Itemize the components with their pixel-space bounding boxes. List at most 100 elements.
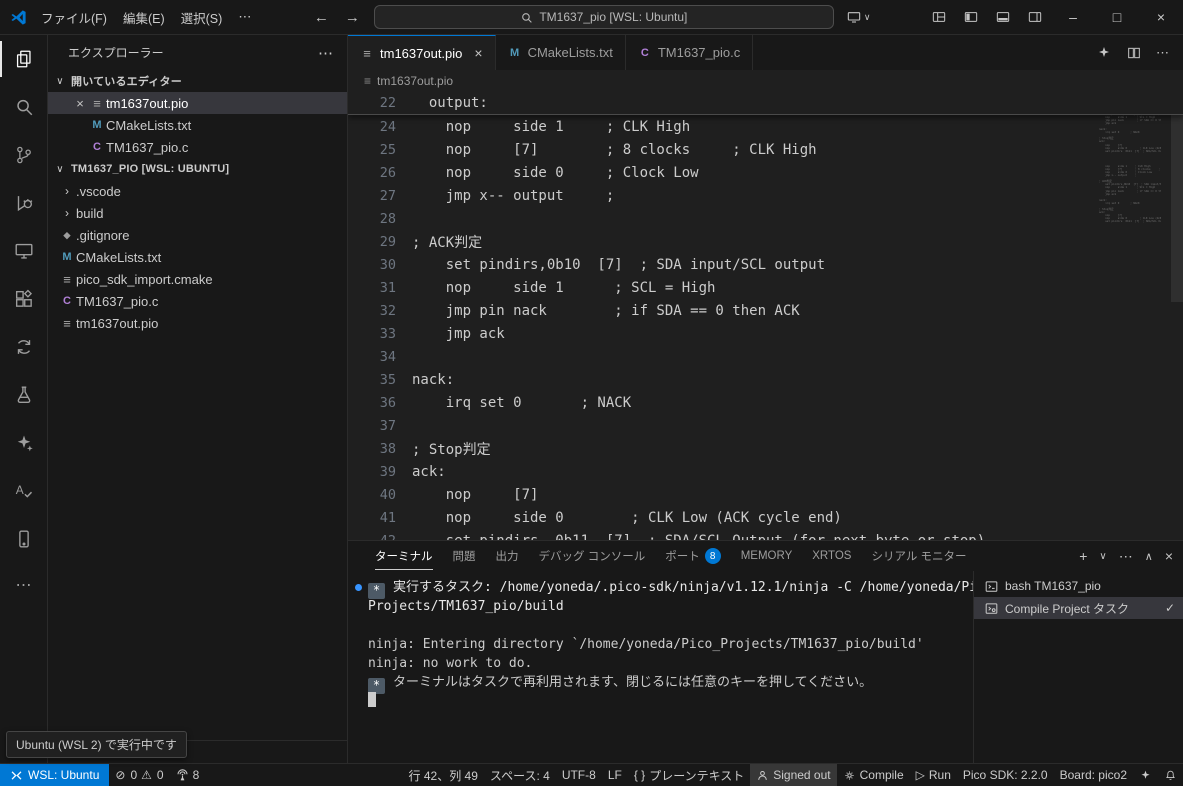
board-selector[interactable]: Board: pico2 bbox=[1054, 764, 1133, 786]
problems-indicator[interactable]: ⊘ 0 ⚠ 0 bbox=[109, 764, 169, 786]
terminal-instance-task[interactable]: Compile Project タスク ✓ bbox=[974, 597, 1183, 619]
window-close-button[interactable]: × bbox=[1139, 0, 1183, 35]
code-line[interactable]: 32 jmp pin nack ; if SDA == 0 then ACK bbox=[348, 299, 1183, 322]
workspace-section-header[interactable]: ∨ TM1637_PIO [WSL: UBUNTU] bbox=[48, 158, 347, 180]
window-minimize-button[interactable]: – bbox=[1051, 0, 1095, 35]
activity-sync-button[interactable] bbox=[0, 323, 48, 371]
maximize-panel-icon[interactable]: ∧ bbox=[1145, 550, 1153, 563]
sticky-scroll-line[interactable]: 22 output: bbox=[348, 92, 1183, 115]
code-line[interactable]: 40 nop [7] bbox=[348, 483, 1183, 506]
panel-tab[interactable]: MEMORY bbox=[731, 541, 803, 571]
new-terminal-button[interactable]: + bbox=[1079, 548, 1087, 564]
tree-item[interactable]: ◆ .gitignore bbox=[48, 224, 347, 246]
panel-more-actions-button[interactable]: ⋯ bbox=[1119, 548, 1133, 565]
split-editor-icon[interactable] bbox=[1126, 45, 1142, 61]
close-file-icon[interactable]: × bbox=[72, 96, 88, 111]
signed-out-item[interactable]: Signed out bbox=[750, 764, 836, 786]
tree-item[interactable]: › .vscode bbox=[48, 180, 347, 202]
code-line[interactable]: 29 ; ACK判定 bbox=[348, 230, 1183, 253]
activity-search-button[interactable] bbox=[0, 83, 48, 131]
notifications-bell[interactable] bbox=[1158, 764, 1183, 786]
code-line[interactable]: 42 set pindirs 0b11 [7] ; SDA/SCL Output… bbox=[348, 529, 1183, 540]
terminal-profile-dropdown-icon[interactable]: ∨ bbox=[1099, 551, 1106, 562]
code-editor[interactable]: 22 output: 24 nop side 1 ; CLK High 25 bbox=[348, 92, 1183, 540]
cursor-position[interactable]: 行 42、列 49 bbox=[403, 764, 484, 786]
tab-cmakelists[interactable]: M CMakeLists.txt bbox=[496, 35, 626, 70]
command-decoration-dot[interactable] bbox=[355, 584, 362, 591]
close-tab-icon[interactable]: × bbox=[474, 45, 482, 61]
panel-tab[interactable]: XRTOS bbox=[802, 541, 861, 571]
window-maximize-button[interactable]: □ bbox=[1095, 0, 1139, 35]
activity-source-control-button[interactable] bbox=[0, 131, 48, 179]
toggle-panel-button[interactable] bbox=[987, 0, 1019, 35]
activity-device-button[interactable] bbox=[0, 515, 48, 563]
launch-profile-button[interactable]: ∨ bbox=[846, 9, 871, 25]
open-editor-item[interactable]: M CMakeLists.txt bbox=[48, 114, 347, 136]
tree-item[interactable]: M CMakeLists.txt bbox=[48, 246, 347, 268]
toggle-primary-sidebar-button[interactable] bbox=[955, 0, 987, 35]
panel-tab[interactable]: 問題 bbox=[443, 541, 486, 571]
tab-tm1637-pio-c[interactable]: C TM1637_pio.c bbox=[626, 35, 753, 70]
code-line[interactable]: 28 bbox=[348, 207, 1183, 230]
tree-item[interactable]: ≡ tm1637out.pio bbox=[48, 312, 347, 334]
panel-tab[interactable]: ターミナル bbox=[365, 541, 443, 571]
activity-run-debug-button[interactable] bbox=[0, 179, 48, 227]
activity-remote-explorer-button[interactable] bbox=[0, 227, 48, 275]
open-editors-section-header[interactable]: ∨ 開いているエディター bbox=[48, 70, 347, 92]
panel-tab[interactable]: デバッグ コンソール bbox=[529, 541, 656, 571]
menu-item[interactable]: 選択(S) bbox=[173, 4, 231, 31]
copilot-status[interactable] bbox=[1133, 764, 1158, 786]
activity-additional-views-button[interactable]: ⋯ bbox=[0, 563, 48, 607]
explorer-actions-button[interactable]: ⋯ bbox=[318, 44, 333, 62]
encoding[interactable]: UTF-8 bbox=[556, 764, 602, 786]
ports-indicator[interactable]: 8 bbox=[170, 764, 206, 786]
code-line[interactable]: 27 jmp x-- output ; bbox=[348, 184, 1183, 207]
copilot-sparkle-icon[interactable] bbox=[1096, 45, 1112, 61]
code-line[interactable]: 31 nop side 1 ; SCL = High bbox=[348, 276, 1183, 299]
activity-extensions-button[interactable] bbox=[0, 275, 48, 323]
command-center-search[interactable]: TM1637_pio [WSL: Ubuntu] bbox=[374, 5, 834, 29]
terminal-output[interactable]: *実行するタスク: /home/yoneda/.pico-sdk/ninja/v… bbox=[348, 571, 973, 763]
open-editor-item[interactable]: C TM1637_pio.c bbox=[48, 136, 347, 158]
tree-item[interactable]: ≡ pico_sdk_import.cmake bbox=[48, 268, 347, 290]
eol-sequence[interactable]: LF bbox=[602, 764, 628, 786]
navigate-forward-button[interactable]: → bbox=[343, 9, 362, 26]
activity-spell-check-button[interactable]: A bbox=[0, 467, 48, 515]
pico-sdk-selector[interactable]: Pico SDK: 2.2.0 bbox=[957, 764, 1054, 786]
panel-tab[interactable]: シリアル モニター bbox=[861, 541, 976, 571]
activity-testing-button[interactable] bbox=[0, 371, 48, 419]
toggle-secondary-sidebar-button[interactable] bbox=[1019, 0, 1051, 35]
editor-more-actions-button[interactable]: ⋯ bbox=[1156, 45, 1169, 61]
code-line[interactable]: 38 ; Stop判定 bbox=[348, 437, 1183, 460]
tab-tm1637out-pio[interactable]: ≡ tm1637out.pio × bbox=[348, 35, 496, 70]
code-line[interactable]: 36 irq set 0 ; NACK bbox=[348, 391, 1183, 414]
code-line[interactable]: 41 nop side 0 ; CLK Low (ACK cycle end) bbox=[348, 506, 1183, 529]
panel-tab[interactable]: 出力 bbox=[486, 541, 529, 571]
code-line[interactable]: 37 bbox=[348, 414, 1183, 437]
menu-item[interactable]: 編集(E) bbox=[115, 4, 173, 31]
language-mode[interactable]: { } プレーンテキスト bbox=[628, 764, 750, 786]
remote-indicator[interactable]: WSL: Ubuntu bbox=[0, 764, 109, 786]
navigate-back-button[interactable]: ← bbox=[312, 9, 331, 26]
open-editor-item[interactable]: × ≡ tm1637out.pio bbox=[48, 92, 347, 114]
code-line[interactable]: 33 jmp ack bbox=[348, 322, 1183, 345]
customize-layout-button[interactable] bbox=[923, 0, 955, 35]
code-line[interactable]: 34 bbox=[348, 345, 1183, 368]
tree-item[interactable]: C TM1637_pio.c bbox=[48, 290, 347, 312]
breadcrumb[interactable]: ≡ tm1637out.pio bbox=[348, 70, 1183, 92]
code-line[interactable]: 30 set pindirs,0b10 [7] ; SDA input/SCL … bbox=[348, 253, 1183, 276]
activity-copilot-button[interactable] bbox=[0, 419, 48, 467]
menu-overflow-button[interactable]: ⋯ bbox=[230, 5, 259, 29]
terminal-instance-bash[interactable]: bash TM1637_pio bbox=[974, 575, 1183, 597]
compile-button[interactable]: Compile bbox=[837, 764, 910, 786]
code-line[interactable]: 25 nop [7] ; 8 clocks ; CLK High bbox=[348, 138, 1183, 161]
close-panel-icon[interactable]: × bbox=[1165, 548, 1173, 564]
minimap[interactable]: nop side 1 ; CLK High nop [7] ; 8 clocks… bbox=[1099, 94, 1161, 334]
code-line[interactable]: 39 ack: bbox=[348, 460, 1183, 483]
code-line[interactable]: 35 nack: bbox=[348, 368, 1183, 391]
indentation[interactable]: スペース: 4 bbox=[484, 764, 556, 786]
tree-item[interactable]: › build bbox=[48, 202, 347, 224]
menu-item[interactable]: ファイル(F) bbox=[33, 4, 115, 31]
activity-explorer-button[interactable] bbox=[0, 35, 48, 83]
code-line[interactable]: 26 nop side 0 ; Clock Low bbox=[348, 161, 1183, 184]
